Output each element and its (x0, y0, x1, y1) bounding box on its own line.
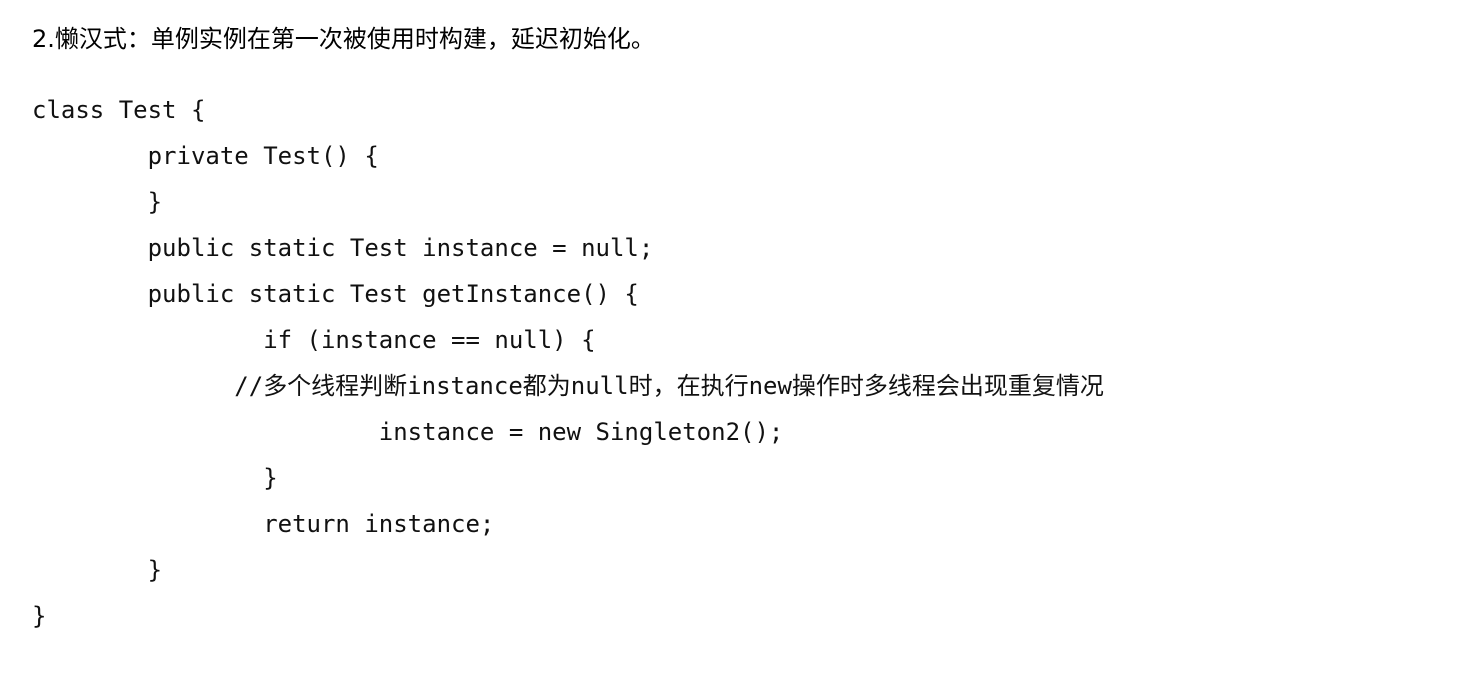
code-comment-line: //多个线程判断instance都为null时，在执行new操作时多线程会出现重… (32, 372, 1104, 400)
section-heading: 2.懒汉式：单例实例在第一次被使用时构建，延迟初始化。 (32, 25, 655, 53)
code-line: instance = new Singleton2(); (32, 418, 784, 446)
code-line: class Test { (32, 96, 206, 124)
code-block: class Test { private Test() { } public s… (32, 87, 1104, 639)
code-line: } (32, 188, 163, 216)
code-line: public static Test instance = null; (32, 234, 654, 262)
code-line: if (instance == null) { (32, 326, 596, 354)
code-line: } (32, 556, 163, 584)
code-line: return instance; (32, 510, 495, 538)
code-line: private Test() { (32, 142, 379, 170)
code-line: } (32, 464, 278, 492)
code-line: public static Test getInstance() { (32, 280, 639, 308)
code-line: } (32, 602, 47, 630)
